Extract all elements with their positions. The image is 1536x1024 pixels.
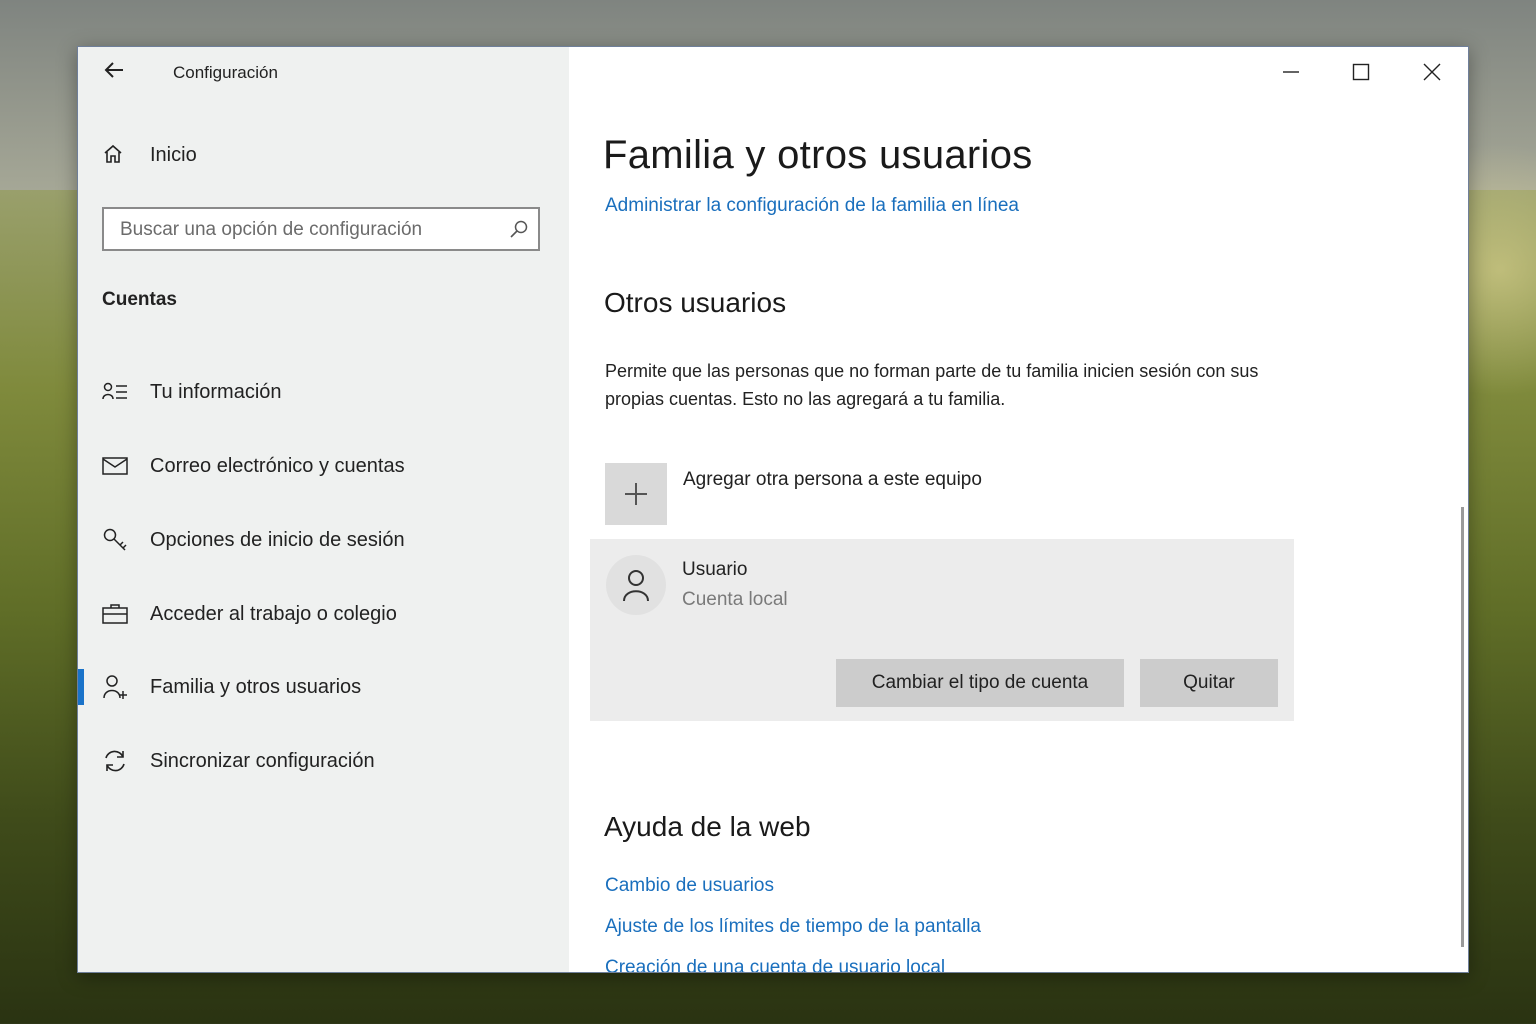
arrow-left-icon (104, 62, 123, 78)
window-title: Configuración (173, 63, 278, 82)
avatar (606, 555, 666, 615)
home-icon (102, 143, 126, 167)
sidebar-item-trabajo-colegio[interactable]: Acceder al trabajo o colegio (78, 590, 569, 638)
sidebar-item-label: Correo electrónico y cuentas (150, 454, 405, 477)
briefcase-icon (100, 599, 130, 629)
main-content: Familia y otros usuarios Administrar la … (569, 47, 1468, 972)
mail-icon (100, 451, 130, 481)
key-icon (100, 525, 130, 555)
sidebar-item-familia[interactable]: Familia y otros usuarios (78, 663, 569, 711)
user-icon (623, 570, 649, 602)
other-users-heading: Otros usuarios (604, 287, 787, 318)
add-person-label: Agregar otra persona a este equipo (683, 469, 982, 490)
user-card[interactable]: Usuario Cuenta local Cambiar el tipo de … (590, 539, 1294, 721)
settings-window: Configuración Inicio Cuentas Tu informac… (77, 46, 1469, 973)
family-settings-link[interactable]: Administrar la configuración de la famil… (605, 195, 1019, 217)
home-label: Inicio (150, 143, 197, 166)
sidebar-item-label: Tu información (150, 380, 282, 403)
back-button[interactable] (98, 57, 130, 87)
remove-button[interactable]: Quitar (1140, 659, 1278, 707)
section-label-cuentas: Cuentas (102, 289, 177, 310)
person-info-icon (100, 377, 130, 407)
help-link-cambio-usuarios[interactable]: Cambio de usuarios (605, 875, 774, 897)
sidebar-item-opciones-inicio-sesion[interactable]: Opciones de inicio de sesión (78, 516, 569, 564)
sidebar-item-home[interactable]: Inicio (102, 143, 197, 167)
user-account-type: Cuenta local (682, 589, 788, 610)
person-add-icon (100, 672, 130, 702)
sidebar-item-label: Opciones de inicio de sesión (150, 528, 405, 551)
user-name: Usuario (682, 559, 748, 580)
sync-icon (100, 746, 130, 776)
sidebar-item-correo[interactable]: Correo electrónico y cuentas (78, 442, 569, 490)
sidebar-item-sincronizar[interactable]: Sincronizar configuración (78, 737, 569, 785)
web-help-heading: Ayuda de la web (604, 811, 811, 842)
help-link-cuenta-local[interactable]: Creación de una cuenta de usuario local (605, 957, 945, 972)
plus-icon (625, 483, 647, 505)
add-tile[interactable] (605, 463, 667, 525)
add-person-button[interactable]: Agregar otra persona a este equipo (605, 463, 982, 525)
sidebar-item-label: Acceder al trabajo o colegio (150, 602, 397, 625)
active-indicator (78, 669, 84, 705)
sidebar: Configuración Inicio Cuentas Tu informac… (78, 47, 569, 972)
search-input[interactable] (118, 216, 502, 244)
sidebar-item-label: Sincronizar configuración (150, 749, 375, 772)
sidebar-item-tu-informacion[interactable]: Tu información (78, 368, 569, 416)
search-icon[interactable] (508, 218, 530, 240)
scrollbar[interactable] (1461, 507, 1464, 947)
other-users-description: Permite que las personas que no forman p… (605, 361, 1259, 409)
help-link-limites-tiempo[interactable]: Ajuste de los límites de tiempo de la pa… (605, 916, 981, 938)
search-box[interactable] (102, 207, 540, 251)
page-title: Familia y otros usuarios (603, 133, 1033, 177)
change-account-type-button[interactable]: Cambiar el tipo de cuenta (836, 659, 1124, 707)
sidebar-item-label: Familia y otros usuarios (150, 675, 362, 698)
